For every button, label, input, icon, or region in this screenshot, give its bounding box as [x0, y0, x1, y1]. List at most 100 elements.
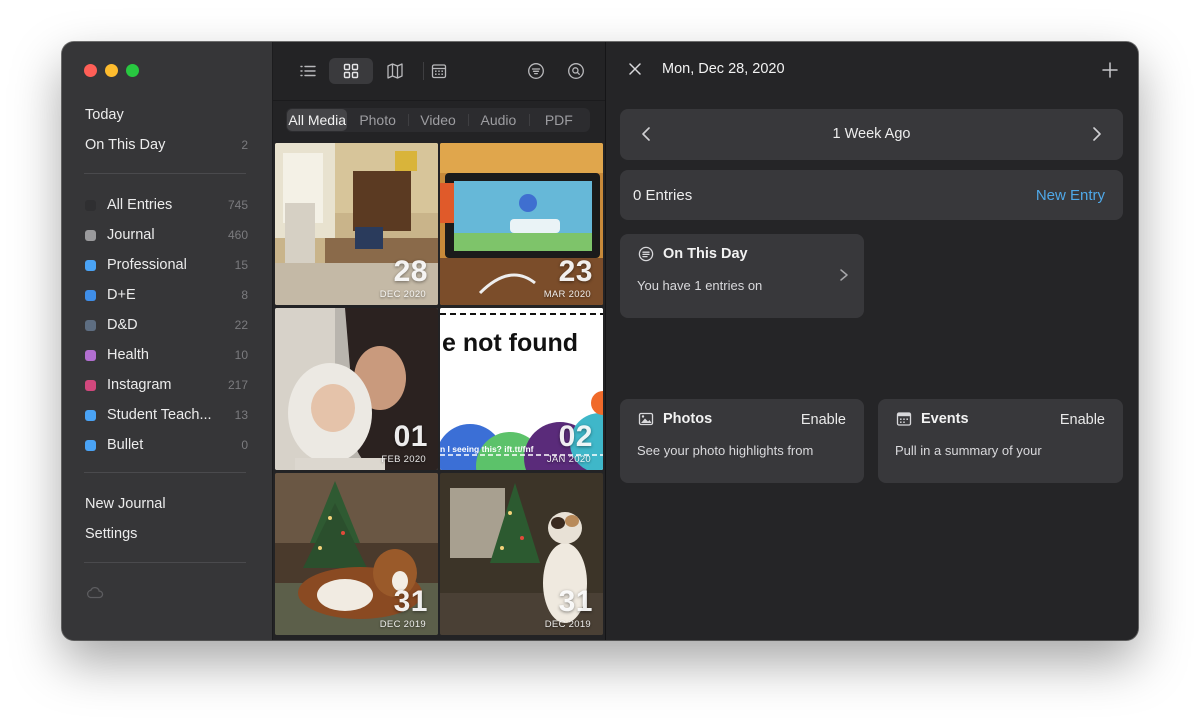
sidebar-item-journal[interactable]: Journal 460 [62, 220, 272, 250]
sidebar-item-label: Instagram [107, 377, 172, 393]
tile-day: 31 [558, 585, 593, 618]
sidebar-item-count: 15 [234, 258, 248, 272]
sidebar-item-health[interactable]: Health 10 [62, 340, 272, 370]
week-label: 1 Week Ago [832, 126, 911, 142]
photos-suggestion-card: Photos Enable See your photo highlights … [620, 399, 864, 483]
sidebar-item-count: 0 [241, 438, 248, 452]
media-tile[interactable]: 28 DEC 2020 [275, 143, 438, 305]
search-button[interactable] [554, 58, 598, 84]
card-body: You have 1 entries on [637, 278, 763, 293]
map-icon [387, 63, 403, 79]
segment-video[interactable]: Video [407, 109, 468, 131]
tile-month: MAR 2020 [543, 289, 591, 300]
sidebar-item-label: On This Day [85, 137, 166, 153]
tile-day: 28 [393, 255, 428, 288]
events-suggestion-card: Events Enable Pull in a summary of your [878, 399, 1123, 483]
calendar-icon [431, 64, 447, 79]
sidebar-item-label: Today [85, 107, 124, 123]
sidebar-item-instagram[interactable]: Instagram 217 [62, 370, 272, 400]
enable-events-button[interactable]: Enable [1060, 412, 1105, 428]
sidebar-item-count: 22 [234, 318, 248, 332]
card-body: Pull in a summary of your [895, 443, 1042, 458]
journal-color-dot [85, 259, 96, 271]
card-body: See your photo highlights from [637, 443, 814, 458]
list-view-button[interactable] [286, 58, 330, 84]
card-title: Events [921, 411, 969, 427]
segment-audio[interactable]: Audio [468, 109, 528, 131]
media-tile[interactable]: 31 DEC 2019 [440, 473, 603, 635]
journal-color-dot [85, 409, 96, 421]
settings-button[interactable]: Settings [62, 519, 272, 549]
sidebar-item-on-this-day[interactable]: On This Day 2 [62, 130, 272, 160]
not-found-text: e not found [442, 329, 579, 357]
sidebar-item-d-and-d[interactable]: D&D 22 [62, 310, 272, 340]
tile-month: DEC 2019 [379, 619, 426, 630]
day-detail-panel: Mon, Dec 28, 2020 1 Week Ago 0 Entries N… [606, 42, 1138, 640]
sidebar-bottom-list: New Journal Settings [62, 489, 272, 549]
sidebar-item-count: 13 [234, 408, 248, 422]
enable-photos-button[interactable]: Enable [801, 412, 846, 428]
media-tile[interactable]: 01 FEB 2020 [275, 308, 438, 470]
media-type-segmented-control: All Media Photo Video Audio PDF [286, 108, 590, 132]
sidebar-item-count: 10 [234, 348, 248, 362]
sidebar-item-all-entries[interactable]: All Entries 745 [62, 190, 272, 220]
card-header: On This Day [638, 246, 748, 262]
new-entry-link[interactable]: New Entry [1036, 187, 1105, 204]
filter-button[interactable] [514, 58, 558, 84]
sidebar-item-today[interactable]: Today [62, 100, 272, 130]
media-tile[interactable]: 31 DEC 2019 [275, 473, 438, 635]
new-journal-button[interactable]: New Journal [62, 489, 272, 519]
chevron-right-icon[interactable] [1088, 126, 1104, 142]
tile-day: 02 [558, 420, 593, 453]
sidebar-item-student-teaching[interactable]: Student Teach... 13 [62, 400, 272, 430]
segment-all-media[interactable]: All Media [287, 109, 348, 131]
journal-color-dot [85, 229, 96, 241]
sidebar-item-count: 217 [227, 378, 248, 392]
journal-color-dot [85, 349, 96, 361]
journal-color-dot [85, 289, 96, 301]
grid-icon [343, 63, 359, 79]
segment-photo[interactable]: Photo [347, 109, 407, 131]
journal-list: All Entries 745 Journal 460 Professional… [62, 190, 272, 460]
app-window: Today On This Day 2 All Entries 745 Jour… [62, 42, 1138, 640]
sidebar-divider [84, 472, 246, 473]
on-this-day-card[interactable]: On This Day You have 1 entries on [620, 234, 864, 318]
chevron-right-icon [840, 269, 848, 281]
sidebar-item-professional[interactable]: Professional 15 [62, 250, 272, 280]
entries-summary-card: 0 Entries New Entry [620, 170, 1123, 220]
tile-month: DEC 2019 [544, 619, 591, 630]
window-controls [84, 64, 139, 77]
sidebar-item-count: 2 [241, 138, 248, 152]
tile-month: DEC 2020 [379, 289, 426, 300]
tile-day: 31 [393, 585, 428, 618]
sidebar-item-label: Professional [107, 257, 187, 273]
media-tile[interactable]: e not found n I seeing this? ift.tt/fnf … [440, 308, 603, 470]
entries-count: 0 Entries [633, 187, 693, 204]
close-icon[interactable] [628, 62, 642, 76]
media-tile[interactable]: 23 MAR 2020 [440, 143, 603, 305]
map-view-button[interactable] [373, 58, 417, 84]
minimize-window-button[interactable] [105, 64, 118, 77]
filter-icon [528, 63, 544, 79]
media-toolbar [273, 42, 605, 101]
calendar-view-button[interactable] [417, 58, 461, 84]
week-navigator: 1 Week Ago [620, 109, 1123, 160]
detail-date-title: Mon, Dec 28, 2020 [662, 61, 785, 77]
sidebar-item-label: All Entries [107, 197, 173, 213]
sidebar-item-d-e[interactable]: D+E 8 [62, 280, 272, 310]
segment-pdf[interactable]: PDF [528, 109, 589, 131]
sidebar-item-count: 460 [227, 228, 248, 242]
tile-day: 23 [558, 255, 593, 288]
sidebar: Today On This Day 2 All Entries 745 Jour… [62, 42, 273, 640]
zoom-window-button[interactable] [126, 64, 139, 77]
add-entry-icon[interactable] [1102, 62, 1118, 78]
card-header: Events [896, 411, 969, 427]
card-title: On This Day [663, 246, 748, 262]
journal-color-dot [85, 199, 96, 211]
sidebar-item-label: Student Teach... [107, 407, 212, 423]
cloud-sync-icon[interactable] [86, 585, 104, 599]
close-window-button[interactable] [84, 64, 97, 77]
grid-view-button[interactable] [329, 58, 373, 84]
not-found-caption: n I seeing this? ift.tt/fnf [440, 444, 534, 454]
sidebar-item-bullet[interactable]: Bullet 0 [62, 430, 272, 460]
